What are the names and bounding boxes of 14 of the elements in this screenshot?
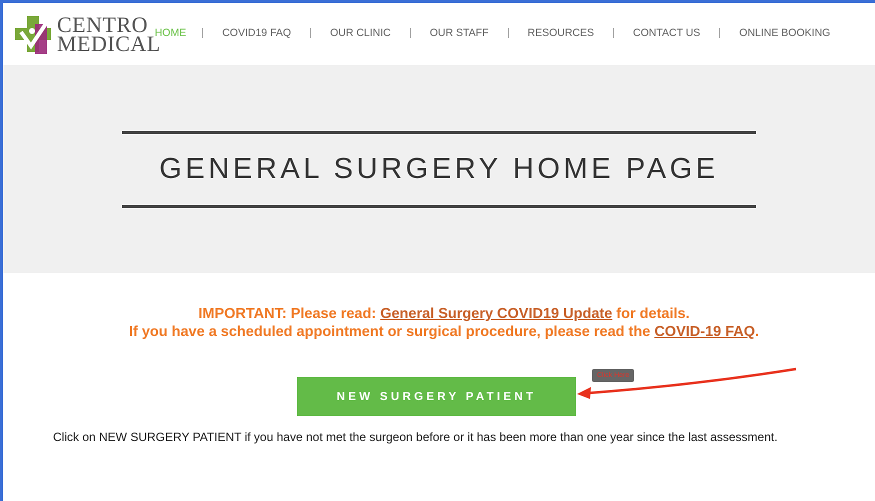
- nav-link[interactable]: RESOURCES: [508, 28, 614, 38]
- nav-link[interactable]: OUR STAFF: [410, 28, 508, 38]
- nav-link[interactable]: COVID19 FAQ: [202, 28, 310, 38]
- notice-link[interactable]: General Surgery COVID19 Update: [380, 306, 612, 322]
- notice-link[interactable]: COVID-19 FAQ: [654, 324, 756, 340]
- notice-text: If you have a scheduled appointment or surgical procedure, please read the COVID-19 FAQ.: [128, 324, 760, 340]
- description-text: Click on NEW SURGERY PATIENT if you have not met the surgeon before or it has been more than one year since the last assessment.: [53, 430, 779, 444]
- arrow-icon: [575, 367, 799, 401]
- nav-link[interactable]: OUR CLINIC: [310, 28, 410, 38]
- nav-link[interactable]: ONLINE BOOKING: [719, 28, 850, 38]
- page-title: GENERAL SURGERY HOME PAGE: [122, 130, 756, 208]
- nav-link[interactable]: CONTACT US: [613, 28, 720, 38]
- notice-text: IMPORTANT: Please read: General Surgery COVID19 Update for details.: [198, 306, 690, 322]
- logo-icon: [15, 14, 53, 54]
